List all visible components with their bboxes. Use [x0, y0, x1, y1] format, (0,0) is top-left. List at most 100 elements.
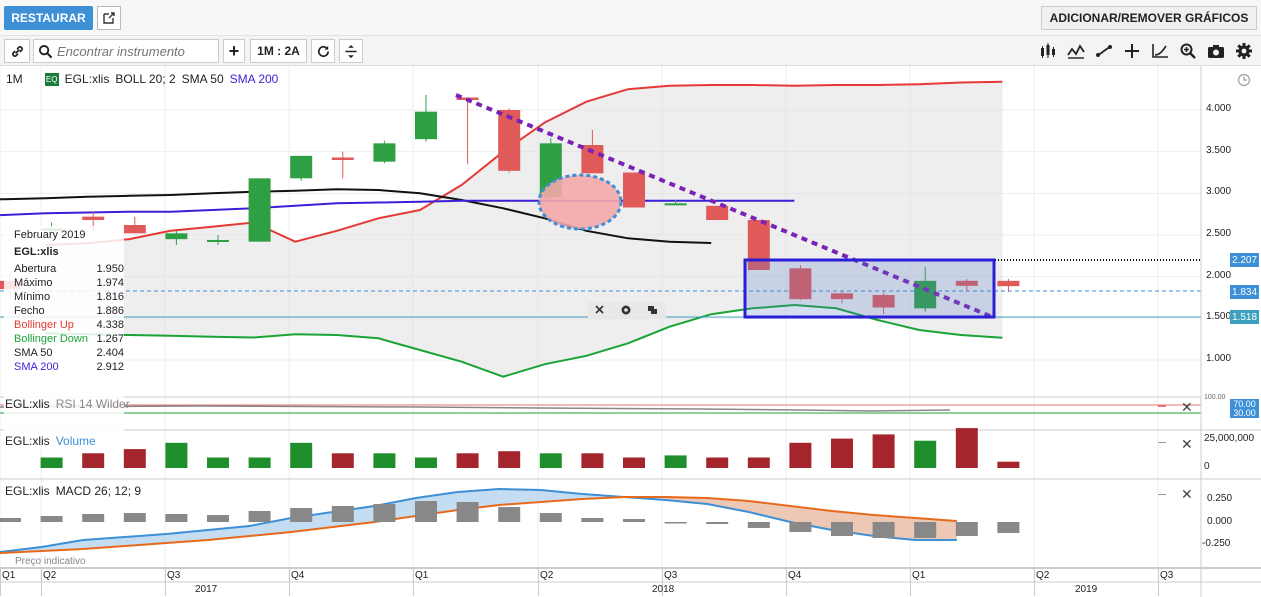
candle-body[interactable]	[373, 143, 396, 162]
volume-bar[interactable]	[831, 438, 853, 468]
rsi-symbol[interactable]: EGL:xlis	[5, 397, 50, 411]
macd-histogram-bar[interactable]	[123, 513, 146, 522]
candle-body[interactable]	[581, 145, 604, 174]
macd-histogram-bar[interactable]	[623, 519, 645, 522]
macd-histogram-bar[interactable]	[831, 522, 853, 536]
candlestick-type-button[interactable]	[1037, 41, 1059, 61]
split-button[interactable]	[339, 39, 363, 63]
ellipse-annotation[interactable]	[537, 173, 623, 231]
chart-canvas[interactable]	[0, 66, 1261, 597]
volume-bar[interactable]	[706, 457, 729, 469]
macd-histogram-bar[interactable]	[498, 507, 521, 522]
macd-histogram-bar[interactable]	[581, 518, 604, 522]
candle-body[interactable]	[248, 178, 271, 242]
volume-bar[interactable]	[290, 442, 313, 468]
macd-histogram-bar[interactable]	[165, 514, 188, 522]
volume-bar[interactable]	[415, 457, 437, 469]
snapshot-button[interactable]	[1205, 41, 1227, 61]
macd-histogram-bar[interactable]	[539, 513, 562, 522]
restore-button[interactable]: RESTAURAR	[4, 6, 93, 30]
volume-bar[interactable]	[331, 453, 354, 468]
volume-indicator-label[interactable]: Volume	[56, 434, 96, 448]
macd-histogram-bar[interactable]	[456, 502, 479, 522]
volume-bar[interactable]	[456, 453, 479, 468]
volume-bar[interactable]	[664, 455, 687, 468]
symbol-label[interactable]: EGL:xlis	[65, 72, 110, 86]
volume-bar[interactable]	[373, 453, 396, 468]
candle-body[interactable]	[165, 233, 188, 240]
add-instrument-button[interactable]: +	[223, 39, 245, 63]
volume-bar[interactable]	[955, 428, 978, 468]
macd-histogram-bar[interactable]	[955, 522, 978, 536]
refresh-button[interactable]	[311, 39, 335, 63]
candle-body[interactable]	[82, 216, 105, 220]
rectangle-annotation[interactable]	[743, 258, 996, 319]
add-remove-charts-button[interactable]: ADICIONAR/REMOVER GRÁFICOS	[1041, 6, 1257, 30]
crosshair-tool[interactable]	[1121, 41, 1143, 61]
candle-body[interactable]	[997, 280, 1020, 287]
volume-bar[interactable]	[747, 457, 770, 469]
macd-histogram-bar[interactable]	[373, 504, 396, 522]
volume-bar[interactable]	[123, 449, 146, 468]
sma50-label[interactable]: SMA 50	[182, 72, 224, 86]
fibonacci-tool[interactable]	[1149, 41, 1171, 61]
volume-bar[interactable]	[40, 457, 63, 469]
settings-button[interactable]	[1233, 41, 1255, 61]
macd-histogram-bar[interactable]	[872, 522, 895, 538]
rsi-collapse-icon[interactable]	[1158, 405, 1166, 407]
link-button[interactable]	[4, 39, 30, 63]
clock-icon[interactable]	[1237, 73, 1251, 87]
volume-bar[interactable]	[539, 453, 562, 468]
macd-histogram-bar[interactable]	[789, 522, 812, 532]
trendline-tool[interactable]	[1093, 41, 1115, 61]
macd-histogram-bar[interactable]	[290, 508, 313, 522]
macd-histogram-bar[interactable]	[997, 522, 1020, 533]
macd-histogram-bar[interactable]	[914, 522, 937, 538]
macd-symbol[interactable]: EGL:xlis	[5, 484, 50, 498]
volume-bar[interactable]	[997, 461, 1020, 468]
volume-symbol[interactable]: EGL:xlis	[5, 434, 50, 448]
indicators-button[interactable]	[1065, 41, 1087, 61]
macd-histogram-bar[interactable]	[0, 518, 21, 522]
candle-body[interactable]	[623, 172, 645, 208]
period-select[interactable]: 1M : 2A	[250, 39, 307, 63]
macd-histogram-bar[interactable]	[747, 522, 770, 528]
macd-histogram-bar[interactable]	[248, 511, 271, 522]
volume-collapse-icon[interactable]	[1158, 442, 1166, 443]
volume-bar[interactable]	[581, 453, 604, 468]
candle-body[interactable]	[664, 203, 687, 206]
search-input[interactable]	[57, 43, 207, 59]
candle-body[interactable]	[331, 157, 354, 161]
close-rsi-pane-button[interactable]: ✕	[1181, 399, 1193, 416]
popout-button[interactable]	[97, 6, 121, 30]
bollinger-label[interactable]: BOLL 20; 2	[115, 72, 175, 86]
instrument-search[interactable]	[33, 39, 219, 63]
macd-collapse-icon[interactable]	[1158, 494, 1166, 495]
candle-body[interactable]	[123, 225, 146, 234]
macd-histogram-bar[interactable]	[82, 514, 105, 522]
volume-bar[interactable]	[498, 451, 521, 468]
macd-histogram-bar[interactable]	[664, 522, 687, 524]
macd-histogram-bar[interactable]	[40, 516, 63, 522]
volume-bar[interactable]	[789, 442, 812, 468]
macd-histogram-bar[interactable]	[706, 522, 729, 524]
volume-bar[interactable]	[623, 457, 645, 469]
volume-bar[interactable]	[248, 457, 271, 469]
close-macd-pane-button[interactable]: ✕	[1181, 486, 1193, 503]
rsi-indicator-label[interactable]: RSI 14 Wilder	[56, 397, 130, 411]
candle-body[interactable]	[207, 240, 229, 242]
macd-indicator-label[interactable]: MACD 26; 12; 9	[56, 484, 141, 498]
volume-bar[interactable]	[914, 440, 937, 468]
sma200-label[interactable]: SMA 200	[230, 72, 279, 86]
candle-body[interactable]	[415, 111, 437, 140]
close-volume-pane-button[interactable]: ✕	[1181, 436, 1193, 453]
volume-bar[interactable]	[207, 457, 229, 469]
macd-histogram-bar[interactable]	[415, 501, 437, 522]
volume-bar[interactable]	[165, 442, 188, 468]
candle-body[interactable]	[290, 155, 313, 179]
volume-bar[interactable]	[872, 434, 895, 468]
zoom-button[interactable]	[1177, 41, 1199, 61]
macd-histogram-bar[interactable]	[331, 506, 354, 522]
volume-bar[interactable]	[82, 453, 105, 468]
macd-histogram-bar[interactable]	[207, 515, 229, 522]
